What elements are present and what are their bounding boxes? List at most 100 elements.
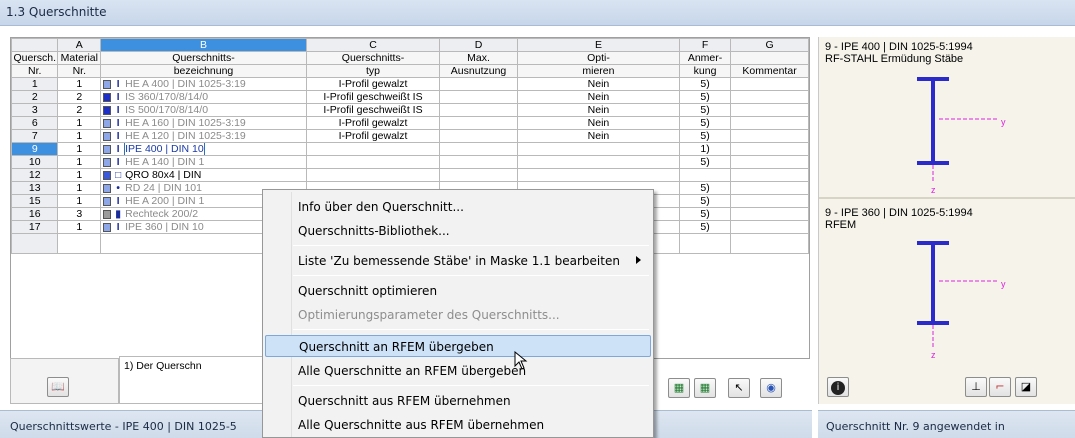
section-name-cell[interactable]: I IS 500/170/8/14/0: [100, 103, 307, 117]
table-row[interactable]: 3 2 I IS 500/170/8/14/0 I-Profil geschweißt …: [10, 103, 809, 117]
render-button[interactable]: ◪: [1015, 377, 1037, 397]
menu-item-optimize[interactable]: Querschnitt optimieren: [265, 280, 651, 302]
table-row[interactable]: 2 2 I IS 360/170/8/14/0 I-Profil geschweißt …: [10, 90, 809, 104]
section-name-cell[interactable]: □ QRO 80x4 | DIN: [100, 168, 307, 182]
table-row[interactable]: 10 1 I HE A 140 | DIN 1 5): [10, 155, 809, 169]
optimize-cell[interactable]: Nein: [516, 103, 680, 117]
comment-cell[interactable]: [730, 103, 809, 117]
row-number[interactable]: 2: [10, 90, 59, 104]
note-cell[interactable]: 5): [678, 207, 732, 221]
section-type-cell[interactable]: I-Profil gewalzt: [305, 77, 441, 91]
comment-cell[interactable]: [730, 181, 809, 195]
menu-item-optimization-params[interactable]: Optimierungsparameter des Querschnitts..…: [265, 304, 651, 326]
menu-item-library[interactable]: Querschnitts-Bibliothek...: [265, 220, 651, 242]
max-utilization-cell[interactable]: [439, 168, 518, 182]
excel-import-button[interactable]: ▦: [668, 378, 690, 398]
max-utilization-cell[interactable]: [439, 77, 518, 91]
row-number[interactable]: 9: [10, 142, 59, 156]
row-number[interactable]: 1: [10, 77, 59, 91]
section-type-cell[interactable]: I-Profil geschweißt IS: [305, 103, 441, 117]
note-cell[interactable]: 5): [678, 129, 732, 143]
row-number[interactable]: 17: [10, 220, 59, 234]
note-cell[interactable]: 5): [678, 90, 732, 104]
section-button[interactable]: ⊥: [965, 377, 987, 397]
excel-export-button[interactable]: ▦: [694, 378, 716, 398]
comment-cell[interactable]: [730, 142, 809, 156]
material-cell[interactable]: 3: [57, 207, 102, 221]
material-cell[interactable]: 2: [57, 90, 102, 104]
optimize-cell[interactable]: [516, 155, 680, 169]
optimize-cell[interactable]: [516, 168, 680, 182]
menu-item-info[interactable]: Info über den Querschnitt...: [265, 196, 651, 218]
row-number[interactable]: 6: [10, 116, 59, 130]
max-utilization-cell[interactable]: [439, 142, 518, 156]
section-type-cell[interactable]: [305, 155, 441, 169]
material-cell[interactable]: 1: [57, 168, 102, 182]
max-utilization-cell[interactable]: [439, 129, 518, 143]
axes-button[interactable]: ⌐: [989, 377, 1011, 397]
note-cell[interactable]: 5): [678, 155, 732, 169]
menu-item-import-all-from-rfem[interactable]: Alle Querschnitte aus RFEM übernehmen: [265, 414, 651, 436]
menu-item-import-from-rfem[interactable]: Querschnitt aus RFEM übernehmen: [265, 390, 651, 412]
col-letter-a[interactable]: A: [57, 38, 102, 52]
section-name-cell[interactable]: I HE A 160 | DIN 1025-3:19: [100, 116, 307, 130]
table-row[interactable]: 1 1 I HE A 400 | DIN 1025-3:19 I-Profil gewa…: [10, 77, 809, 91]
menu-item-edit-list[interactable]: Liste 'Zu bemessende Stäbe' in Maske 1.1…: [265, 250, 651, 272]
view-button[interactable]: ◉: [760, 378, 782, 398]
comment-cell[interactable]: [730, 207, 809, 221]
col-letter-e[interactable]: E: [516, 38, 680, 52]
row-number[interactable]: 12: [10, 168, 59, 182]
row-number[interactable]: 15: [10, 194, 59, 208]
select-button[interactable]: ↖: [728, 378, 750, 398]
col-letter-b[interactable]: B: [100, 38, 307, 52]
note-cell[interactable]: 5): [678, 220, 732, 234]
table-row[interactable]: 9 1 I IPE 400 | DIN 10 1): [10, 142, 809, 156]
note-cell[interactable]: 1): [678, 142, 732, 156]
material-cell[interactable]: 1: [57, 129, 102, 143]
row-number[interactable]: 7: [10, 129, 59, 143]
row-number[interactable]: 13: [10, 181, 59, 195]
material-cell[interactable]: 1: [57, 181, 102, 195]
note-cell[interactable]: 5): [678, 77, 732, 91]
comment-cell[interactable]: [730, 90, 809, 104]
comment-cell[interactable]: [730, 116, 809, 130]
optimize-cell[interactable]: [516, 142, 680, 156]
table-row[interactable]: 6 1 I HE A 160 | DIN 1025-3:19 I-Profil gewa…: [10, 116, 809, 130]
menu-item-transfer-to-rfem[interactable]: Querschnitt an RFEM übergeben: [265, 335, 651, 357]
comment-cell[interactable]: [730, 220, 809, 234]
max-utilization-cell[interactable]: [439, 116, 518, 130]
info-button[interactable]: i: [827, 377, 849, 397]
section-type-cell[interactable]: I-Profil geschweißt IS: [305, 90, 441, 104]
note-cell[interactable]: 5): [678, 116, 732, 130]
optimize-cell[interactable]: Nein: [516, 116, 680, 130]
optimize-cell[interactable]: Nein: [516, 90, 680, 104]
max-utilization-cell[interactable]: [439, 103, 518, 117]
note-cell[interactable]: 5): [678, 103, 732, 117]
max-utilization-cell[interactable]: [439, 90, 518, 104]
section-name-cell[interactable]: I IPE 400 | DIN 10: [100, 142, 307, 156]
material-cell[interactable]: 1: [57, 194, 102, 208]
library-button[interactable]: 📖: [47, 377, 69, 397]
comment-cell[interactable]: [730, 194, 809, 208]
row-number[interactable]: 10: [10, 155, 59, 169]
section-type-cell[interactable]: I-Profil gewalzt: [305, 116, 441, 130]
section-name-cell[interactable]: I IS 360/170/8/14/0: [100, 90, 307, 104]
row-number[interactable]: 3: [10, 103, 59, 117]
material-cell[interactable]: 1: [57, 77, 102, 91]
col-letter-f[interactable]: F: [678, 38, 732, 52]
optimize-cell[interactable]: Nein: [516, 77, 680, 91]
section-type-cell[interactable]: I-Profil gewalzt: [305, 129, 441, 143]
table-row[interactable]: 12 1 □ QRO 80x4 | DIN: [10, 168, 809, 182]
material-cell[interactable]: 1: [57, 142, 102, 156]
note-cell[interactable]: 5): [678, 181, 732, 195]
comment-cell[interactable]: [730, 77, 809, 91]
comment-cell[interactable]: [730, 168, 809, 182]
section-name-cell[interactable]: I HE A 120 | DIN 1025-3:19: [100, 129, 307, 143]
max-utilization-cell[interactable]: [439, 155, 518, 169]
note-cell[interactable]: 5): [678, 194, 732, 208]
comment-cell[interactable]: [730, 155, 809, 169]
col-letter-g[interactable]: G: [730, 38, 809, 52]
col-letter-c[interactable]: C: [305, 38, 441, 52]
note-cell[interactable]: [678, 168, 732, 182]
material-cell[interactable]: 2: [57, 103, 102, 117]
